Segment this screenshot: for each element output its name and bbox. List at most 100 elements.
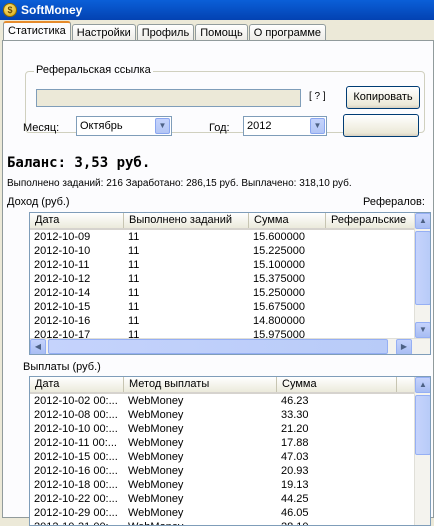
table-cell: 2012-10-16 00:... — [34, 465, 118, 477]
table-row[interactable]: 2012-10-09 11 15.600000 — [30, 230, 430, 244]
table-row[interactable]: 2012-10-02 00:... WebMoney 46.23 — [30, 394, 430, 408]
scroll-left-icon[interactable]: ◀ — [30, 339, 46, 354]
payouts-table: Дата Метод выплаты Сумма 2012-10-02 00:.… — [29, 376, 431, 526]
tab-help[interactable]: Помощь — [195, 24, 248, 41]
table-cell: 20.93 — [281, 465, 309, 477]
table-cell: 2012-10-22 00:... — [34, 493, 118, 505]
column-header-tasks[interactable]: Выполнено заданий — [124, 213, 249, 228]
income-vertical-scrollbar[interactable]: ▲ ▼ — [414, 213, 430, 338]
table-cell: 11 — [128, 273, 140, 285]
table-row[interactable]: 2012-10-31 00:...WebMoney28.10 — [30, 520, 430, 525]
table-cell: 15.375000 — [253, 273, 305, 285]
column-header-sum[interactable]: Сумма — [249, 213, 326, 228]
income-table-header: Дата Выполнено заданий Сумма Реферальски… — [30, 213, 430, 230]
table-cell: 2012-10-11 00:... — [34, 437, 117, 449]
tab-settings[interactable]: Настройки — [71, 24, 136, 41]
table-cell — [326, 300, 416, 314]
table-row[interactable]: 2012-10-11 00:... WebMoney 17.88 — [30, 436, 430, 450]
extra-button[interactable] — [343, 114, 419, 137]
payouts-vertical-scrollbar[interactable]: ▲ — [414, 377, 430, 525]
tab-profile[interactable]: Профиль — [136, 24, 195, 41]
income-hscroll-thumb[interactable] — [48, 339, 388, 354]
year-select[interactable]: 2012 ▼ — [243, 116, 327, 136]
table-cell: WebMoney — [128, 437, 184, 449]
table-cell: 47.03 — [281, 451, 309, 463]
referral-group-label: Реферальская ссылка — [34, 64, 153, 76]
scroll-down-icon[interactable]: ▼ — [415, 322, 430, 338]
table-row[interactable]: 2012-10-16 11 14.800000 — [30, 314, 430, 328]
table-cell: 2012-10-16 — [34, 315, 91, 327]
scroll-up-icon[interactable]: ▲ — [415, 377, 430, 393]
year-label: Год: — [209, 122, 230, 134]
table-cell: WebMoney — [128, 395, 184, 407]
table-row[interactable]: 2012-10-16 00:... WebMoney 20.93 — [30, 464, 430, 478]
tab-bar: Статистика Настройки Профиль Помощь О пр… — [3, 21, 327, 41]
table-row[interactable]: 2012-10-11 11 15.100000 — [30, 258, 430, 272]
table-row[interactable]: 2012-10-14 11 15.250000 — [30, 286, 430, 300]
table-cell: 14.800000 — [253, 315, 305, 327]
column-header-method[interactable]: Метод выплаты — [124, 377, 277, 392]
table-row[interactable]: 2012-10-10 11 15.225000 — [30, 244, 430, 258]
tab-about[interactable]: О программе — [248, 24, 327, 41]
table-row[interactable]: 2012-10-10 00:... WebMoney 21.20 — [30, 422, 430, 436]
copy-button[interactable]: Копировать — [346, 86, 420, 109]
income-table: Дата Выполнено заданий Сумма Реферальски… — [29, 212, 431, 355]
table-cell: 21.20 — [281, 423, 309, 435]
column-header-date[interactable]: Дата — [30, 213, 124, 228]
table-row[interactable]: 2012-10-08 00:... WebMoney 33.30 — [30, 408, 430, 422]
table-row[interactable]: 2012-10-22 00:... WebMoney 44.25 — [30, 492, 430, 506]
table-cell: 11 — [128, 301, 140, 313]
table-row[interactable]: 2012-10-15 11 15.675000 — [30, 300, 430, 314]
table-row[interactable]: 2012-10-12 11 15.375000 — [30, 272, 430, 286]
income-scroll-thumb[interactable] — [415, 231, 430, 305]
table-cell: 11 — [128, 287, 140, 299]
referral-help-link[interactable]: [ ? ] — [309, 91, 326, 102]
chevron-down-icon[interactable]: ▼ — [310, 118, 325, 134]
income-label: Доход (руб.) — [7, 196, 70, 208]
table-cell: 46.23 — [281, 395, 309, 407]
month-label: Месяц: — [23, 122, 60, 134]
table-cell — [326, 286, 416, 300]
month-select[interactable]: Октябрь ▼ — [76, 116, 172, 136]
payouts-label: Выплаты (руб.) — [23, 361, 101, 373]
income-horizontal-scrollbar[interactable]: ◀ ▶ — [30, 338, 430, 354]
table-cell: 11 — [128, 315, 140, 327]
table-cell: 11 — [128, 231, 140, 243]
table-cell: WebMoney — [124, 520, 277, 525]
scroll-right-icon[interactable]: ▶ — [396, 339, 412, 354]
scroll-up-icon[interactable]: ▲ — [415, 213, 430, 229]
balance-text: Баланс: 3,53 руб. — [7, 155, 151, 171]
table-cell — [326, 314, 416, 328]
table-cell: WebMoney — [128, 493, 184, 505]
table-cell: WebMoney — [128, 451, 184, 463]
table-cell: 2012-10-31 00:... — [30, 520, 124, 525]
table-cell: 15.100000 — [253, 259, 305, 271]
table-cell: 2012-10-14 — [34, 287, 91, 299]
table-cell: 19.13 — [281, 479, 309, 491]
payout-rows: 2012-10-02 00:... WebMoney 46.23 2012-10-08… — [30, 394, 430, 525]
table-cell: 2012-10-10 — [34, 245, 91, 257]
table-cell: 2012-10-15 00:... — [34, 451, 118, 463]
table-cell: WebMoney — [128, 465, 184, 477]
chevron-down-icon[interactable]: ▼ — [155, 118, 170, 134]
table-cell: WebMoney — [128, 423, 184, 435]
table-cell: 2012-10-02 00:... — [34, 395, 118, 407]
table-cell: 28.10 — [277, 520, 397, 525]
payouts-scroll-thumb[interactable] — [415, 395, 430, 455]
year-value: 2012 — [247, 120, 272, 132]
column-header-date[interactable]: Дата — [30, 377, 124, 392]
referral-link-field[interactable] — [36, 89, 301, 107]
table-cell: 2012-10-11 — [34, 259, 90, 271]
table-cell: WebMoney — [128, 479, 184, 491]
table-row[interactable]: 2012-10-18 00:... WebMoney 19.13 — [30, 478, 430, 492]
table-cell: 15.250000 — [253, 287, 305, 299]
column-header-referral[interactable]: Реферальские — [326, 213, 416, 228]
table-row[interactable]: 2012-10-15 00:... WebMoney 47.03 — [30, 450, 430, 464]
table-cell — [326, 230, 416, 244]
window-title: SoftMoney — [21, 3, 83, 17]
column-header-sum[interactable]: Сумма — [277, 377, 397, 392]
table-cell: 2012-10-15 — [34, 301, 91, 313]
title-bar: $ SoftMoney — [0, 0, 434, 20]
tab-statistics[interactable]: Статистика — [3, 21, 71, 41]
table-cell: 2012-10-08 00:... — [34, 409, 118, 421]
